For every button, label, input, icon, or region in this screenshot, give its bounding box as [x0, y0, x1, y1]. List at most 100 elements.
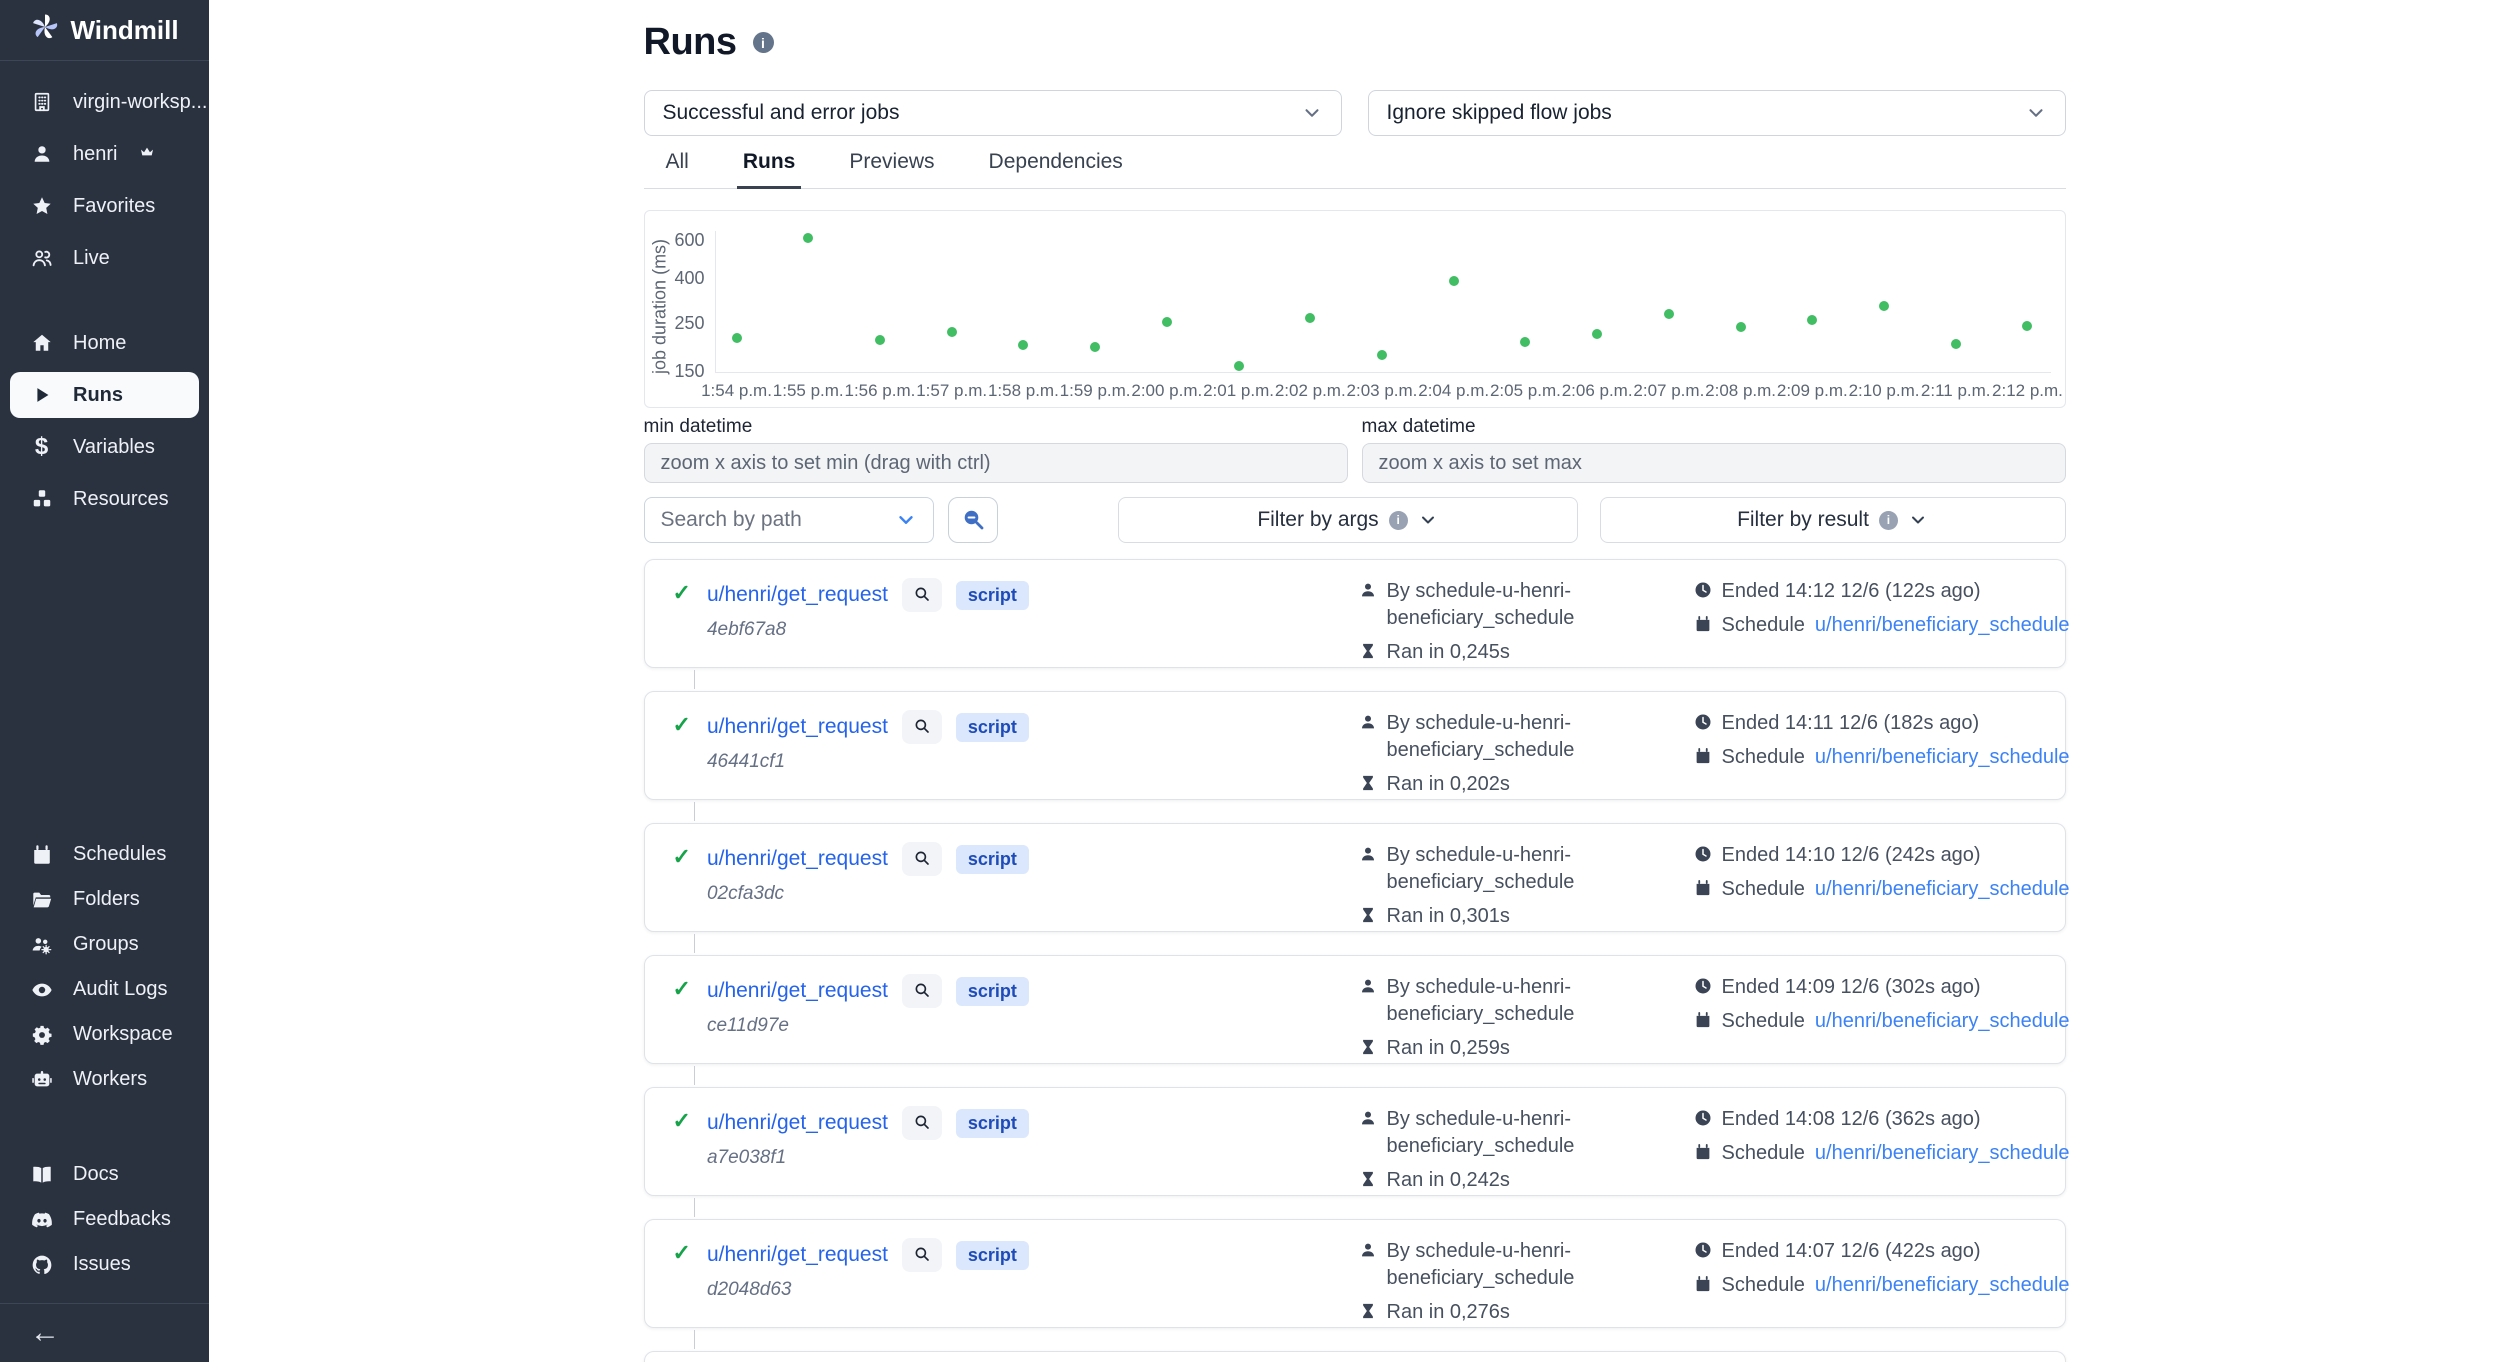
- run-path-link[interactable]: u/henri/get_request: [707, 583, 888, 607]
- clock-icon: [1694, 581, 1712, 599]
- run-path-link[interactable]: u/henri/get_request: [707, 715, 888, 739]
- run-path-link[interactable]: u/henri/get_request: [707, 979, 888, 1003]
- max-datetime-input[interactable]: [1362, 443, 2066, 483]
- info-icon[interactable]: i: [753, 32, 774, 53]
- scatter-point[interactable]: [1951, 339, 1961, 349]
- scatter-point[interactable]: [1449, 276, 1459, 286]
- run-card[interactable]: ✓ u/henri/get_request script 46441cf1 By…: [644, 691, 2066, 800]
- sidebar-item-groups[interactable]: Groups: [0, 922, 209, 967]
- scatter-point[interactable]: [1664, 309, 1674, 319]
- calendar-icon: [1694, 879, 1712, 897]
- scatter-point[interactable]: [1018, 340, 1028, 350]
- chart-x-tick-label: 2:12 p.m.: [1972, 381, 2082, 401]
- run-card[interactable]: ✓ u/henri/get_request script ce11d97e By…: [644, 955, 2066, 1064]
- sidebar-item-live[interactable]: Live: [0, 232, 209, 284]
- sidebar-item-resources[interactable]: Resources: [0, 473, 209, 525]
- run-card[interactable]: ✓ u/henri/get_request script 02cfa3dc By…: [644, 823, 2066, 932]
- run-inspect-button[interactable]: [902, 974, 942, 1008]
- run-path-link[interactable]: u/henri/get_request: [707, 1243, 888, 1267]
- run-inspect-button[interactable]: [902, 842, 942, 876]
- building-icon: [30, 91, 53, 114]
- scatter-point[interactable]: [732, 333, 742, 343]
- scatter-point[interactable]: [1234, 361, 1244, 371]
- run-inspect-button[interactable]: [902, 1238, 942, 1272]
- sidebar-item-issues[interactable]: Issues: [0, 1242, 209, 1287]
- sidebar-item-workers[interactable]: Workers: [0, 1057, 209, 1102]
- sidebar-divider: [0, 60, 209, 61]
- scatter-point[interactable]: [803, 233, 813, 243]
- sidebar-item-workspace[interactable]: Workspace: [0, 1012, 209, 1057]
- scatter-point[interactable]: [1520, 337, 1530, 347]
- scatter-point[interactable]: [875, 335, 885, 345]
- skipped-flow-filter-select[interactable]: Ignore skipped flow jobs: [1368, 90, 2066, 136]
- job-status-filter-select[interactable]: Successful and error jobs: [644, 90, 1342, 136]
- run-card[interactable]: ✓ u/henri/get_request script 4ebf67a8 By…: [644, 559, 2066, 668]
- calendar-icon: [1694, 1011, 1712, 1029]
- sidebar-item-label: Resources: [73, 488, 169, 511]
- sidebar-item-folders[interactable]: Folders: [0, 877, 209, 922]
- sidebar-tools-section: SchedulesFoldersGroups Audit Logs Workspac…: [0, 832, 209, 1102]
- run-card[interactable]: ✓ u/henri/get_request script d2048d63 By…: [644, 1219, 2066, 1328]
- run-schedule-link[interactable]: u/henri/beneficiary_schedule: [1815, 1272, 2070, 1299]
- scatter-point[interactable]: [947, 327, 957, 337]
- hourglass-icon: [1359, 1302, 1377, 1320]
- sidebar-item-docs[interactable]: Docs: [0, 1152, 209, 1197]
- run-card[interactable]: ✓ u/henri/get_request script By schedule…: [644, 1351, 2066, 1362]
- min-datetime-input[interactable]: [644, 443, 1348, 483]
- sidebar-item-schedules[interactable]: Schedules: [0, 832, 209, 877]
- chevron-down-icon: [2025, 102, 2047, 124]
- scatter-point[interactable]: [1879, 301, 1889, 311]
- run-schedule-link[interactable]: u/henri/beneficiary_schedule: [1815, 1008, 2070, 1035]
- run-duration: Ran in 0,242s: [1387, 1167, 1510, 1194]
- run-timeline-connector: [644, 800, 2066, 823]
- chart-y-tick-label: 150: [659, 361, 705, 382]
- sidebar-item-variables[interactable]: $Variables: [0, 421, 209, 473]
- arrow-left-icon: ←: [30, 1316, 60, 1349]
- sidebar-item-home[interactable]: Home: [0, 317, 209, 369]
- search-button[interactable]: [948, 497, 998, 543]
- run-schedule-link[interactable]: u/henri/beneficiary_schedule: [1815, 744, 2070, 771]
- scatter-point[interactable]: [1090, 342, 1100, 352]
- run-schedule-link[interactable]: u/henri/beneficiary_schedule: [1815, 876, 2070, 903]
- run-path-link[interactable]: u/henri/get_request: [707, 847, 888, 871]
- run-duration: Ran in 0,259s: [1387, 1035, 1510, 1062]
- scatter-point[interactable]: [1592, 329, 1602, 339]
- tab-runs[interactable]: Runs: [737, 150, 802, 189]
- sidebar-item-label: henri: [73, 143, 117, 166]
- cubes-icon: [30, 488, 53, 511]
- run-inspect-button[interactable]: [902, 710, 942, 744]
- tab-all[interactable]: All: [660, 150, 695, 189]
- run-card[interactable]: ✓ u/henri/get_request script a7e038f1 By…: [644, 1087, 2066, 1196]
- scatter-point[interactable]: [1807, 315, 1817, 325]
- sidebar-item-feedbacks[interactable]: Feedbacks: [0, 1197, 209, 1242]
- sidebar-item-audit-logs[interactable]: Audit Logs: [0, 967, 209, 1012]
- eye-icon: [30, 978, 53, 1001]
- sidebar-item-favorites[interactable]: Favorites: [0, 180, 209, 232]
- sidebar-item-henri[interactable]: henri: [0, 128, 209, 180]
- scatter-point[interactable]: [1162, 317, 1172, 327]
- job-duration-chart[interactable]: job duration (ms) 1502504006001:54 p.m.1…: [644, 210, 2066, 408]
- scatter-point[interactable]: [2022, 321, 2032, 331]
- sidebar-item-virgin-worksp[interactable]: virgin-worksp...: [0, 76, 209, 128]
- tab-dependencies[interactable]: Dependencies: [983, 150, 1129, 189]
- run-inspect-button[interactable]: [902, 1106, 942, 1140]
- scatter-point[interactable]: [1736, 322, 1746, 332]
- user-icon: [1359, 977, 1377, 995]
- windmill-logo[interactable]: Windmill: [0, 0, 209, 60]
- run-path-link[interactable]: u/henri/get_request: [707, 1111, 888, 1135]
- filter-by-result-button[interactable]: Filter by result i: [1600, 497, 2066, 543]
- collapse-sidebar-button[interactable]: ←: [0, 1304, 209, 1348]
- run-schedule-link[interactable]: u/henri/beneficiary_schedule: [1815, 1140, 2070, 1167]
- success-check-icon: ✓: [673, 974, 691, 1063]
- filter-by-args-label: Filter by args: [1257, 508, 1378, 532]
- filter-by-args-button[interactable]: Filter by args i: [1118, 497, 1578, 543]
- sidebar-item-label: Audit Logs: [73, 978, 168, 1001]
- search-by-path-select[interactable]: Search by path: [644, 497, 934, 543]
- scatter-point[interactable]: [1305, 313, 1315, 323]
- scatter-point[interactable]: [1377, 350, 1387, 360]
- hourglass-icon: [1359, 1038, 1377, 1056]
- sidebar-item-runs[interactable]: Runs: [10, 372, 199, 418]
- tab-previews[interactable]: Previews: [843, 150, 940, 189]
- run-inspect-button[interactable]: [902, 578, 942, 612]
- run-schedule-link[interactable]: u/henri/beneficiary_schedule: [1815, 612, 2070, 639]
